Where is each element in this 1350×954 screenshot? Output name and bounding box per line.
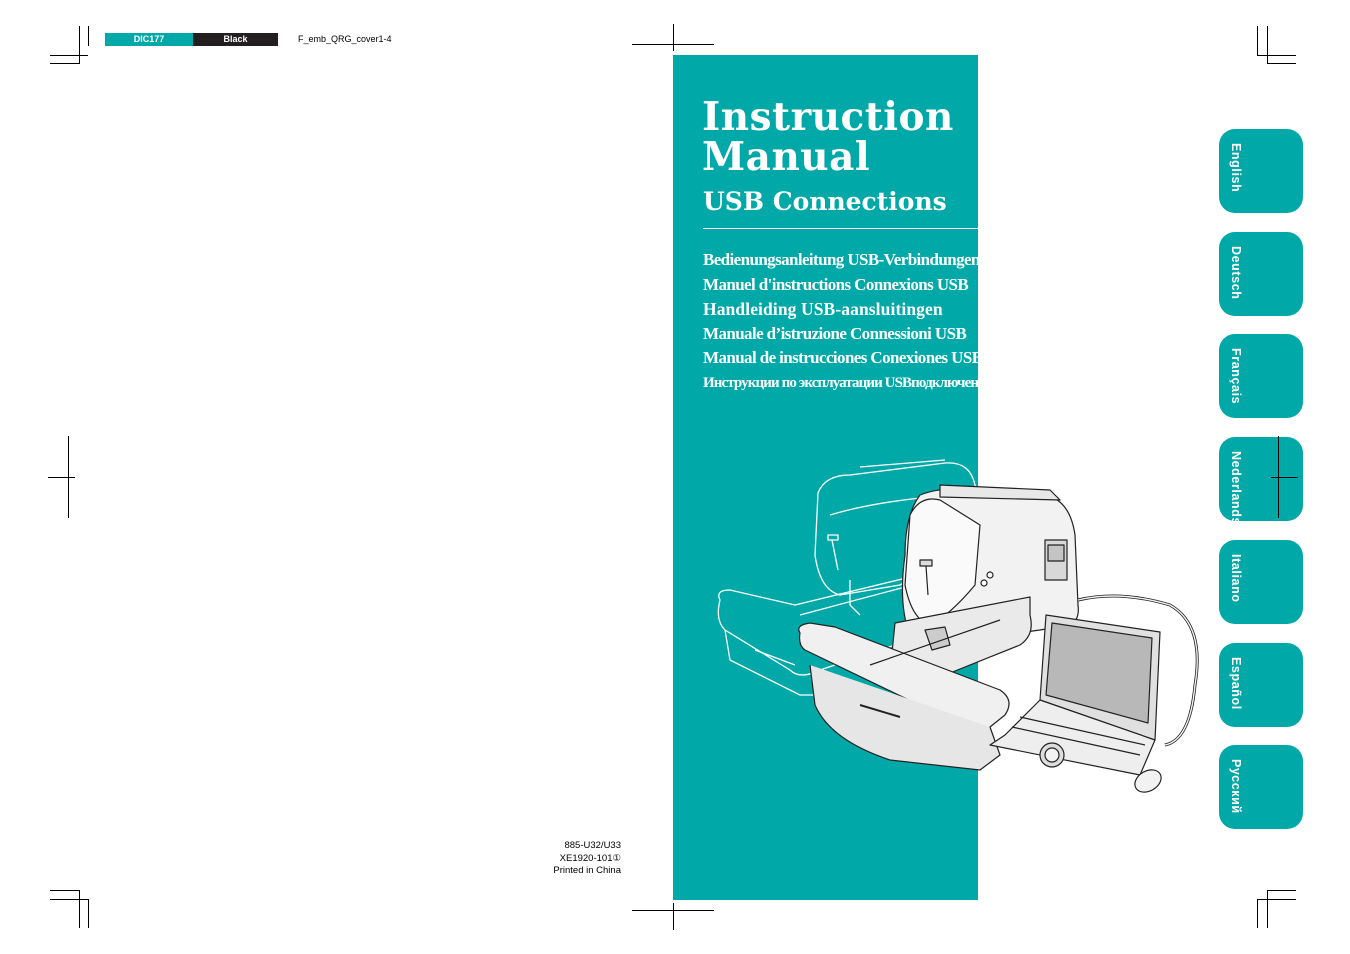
tab-label: Nederlands bbox=[1229, 451, 1243, 526]
part-code: XE1920-101① bbox=[559, 852, 621, 864]
translation-de: Bedienungsanleitung USB-Verbindungen bbox=[703, 250, 980, 269]
tab-english[interactable]: English bbox=[1219, 129, 1303, 213]
tab-label: English bbox=[1229, 143, 1243, 193]
translation-ru: Инструкции по эксплуатации USBподключени… bbox=[703, 374, 992, 391]
title-line-2: Manual bbox=[702, 134, 871, 180]
tab-deutsch[interactable]: Deutsch bbox=[1219, 232, 1303, 316]
tab-label: Français bbox=[1229, 348, 1243, 405]
tab-espanol[interactable]: Español bbox=[1219, 643, 1303, 727]
tab-russian[interactable]: Русский bbox=[1219, 745, 1303, 829]
product-codes: 885-U32/U33 XE1920-101① Printed in China bbox=[553, 840, 621, 878]
sewing-machine-laptop-illustration bbox=[717, 459, 1199, 793]
model-code: 885-U32/U33 bbox=[564, 840, 621, 851]
tab-label: Español bbox=[1229, 657, 1243, 710]
color-chip-black: Black bbox=[193, 33, 278, 46]
translation-nl: Handleiding USB-aansluitingen bbox=[703, 299, 943, 319]
tab-nederlands[interactable]: Nederlands bbox=[1219, 437, 1303, 525]
translation-es: Manual de instrucciones Conexiones USB bbox=[703, 348, 983, 367]
manual-subtitle: USB Connections bbox=[703, 187, 947, 216]
file-name-label: F_emb_QRG_cover1-4 bbox=[298, 34, 392, 44]
printed-in: Printed in China bbox=[553, 865, 621, 876]
tab-francais[interactable]: Français bbox=[1219, 334, 1303, 418]
color-chip-teal: DIC177 bbox=[105, 33, 193, 46]
tab-italiano[interactable]: Italiano bbox=[1219, 540, 1303, 624]
manual-title: Instruction Manual bbox=[702, 97, 954, 177]
title-divider bbox=[703, 228, 978, 229]
translated-titles: Bedienungsanleitung USB-Verbindungen Man… bbox=[703, 248, 992, 395]
translation-it: Manuale d’istruzione Connessioni USB bbox=[703, 323, 967, 343]
tab-label: Italiano bbox=[1229, 554, 1243, 603]
tab-label: Русский bbox=[1229, 759, 1243, 814]
title-line-1: Instruction bbox=[702, 94, 954, 140]
tab-label: Deutsch bbox=[1229, 246, 1243, 300]
translation-fr: Manuel d'instructions Connexions USB bbox=[703, 274, 969, 294]
